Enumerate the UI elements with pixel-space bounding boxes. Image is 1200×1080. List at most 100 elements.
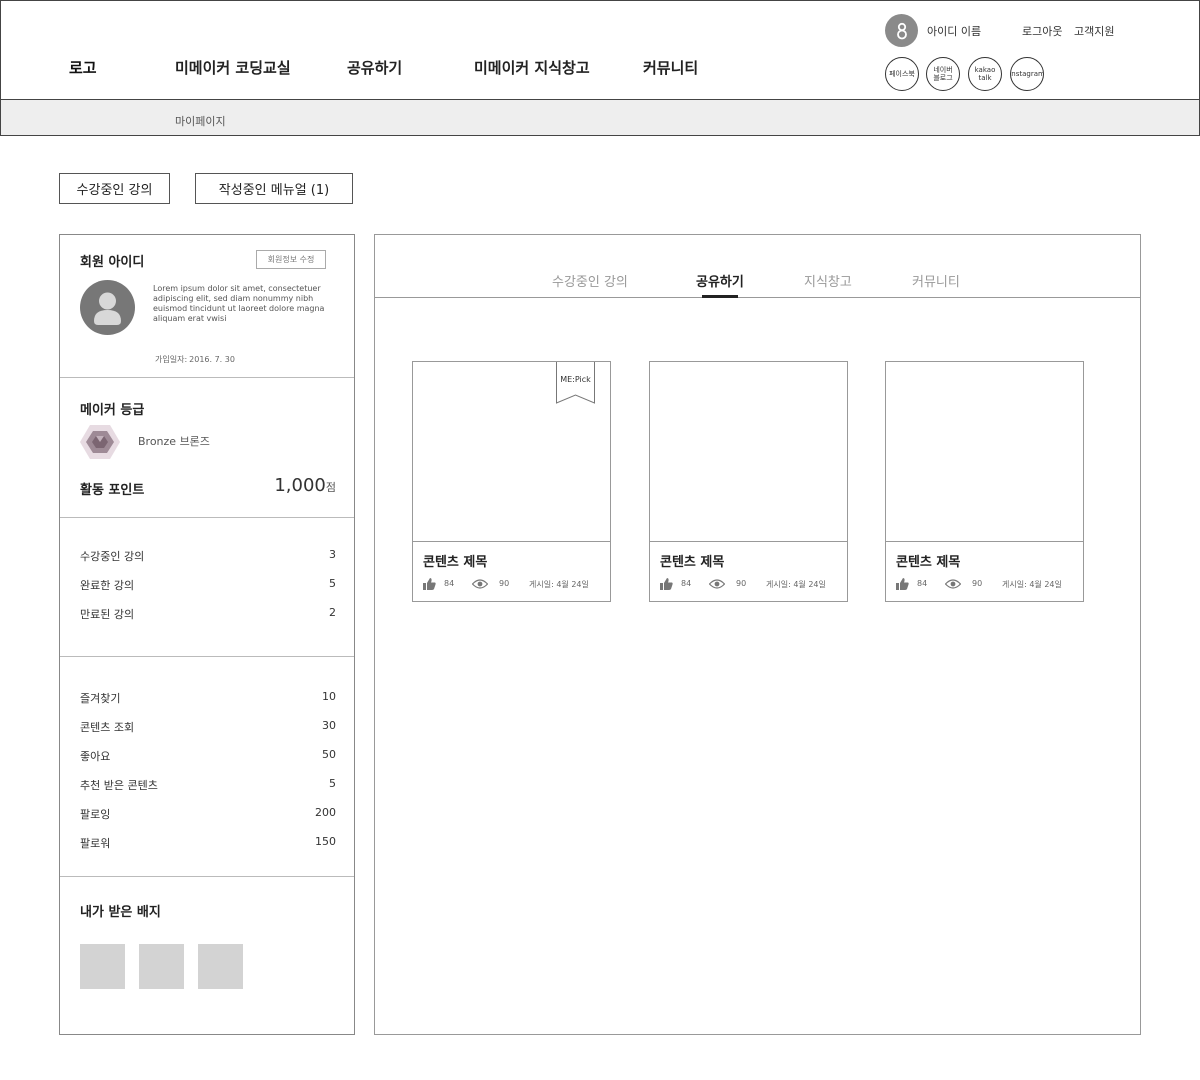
tab-share[interactable]: 공유하기 [696,271,744,290]
card-title[interactable]: 콘텐츠 제목 [660,551,724,570]
eye-icon [945,579,961,589]
card-title[interactable]: 콘텐츠 제목 [896,551,960,570]
profile-panel: 회원 아이디 회원정보 수정 Lorem ipsum dolor sit ame… [59,234,355,1035]
card-meta: 84 90 게시일: 4월 24일 [660,578,840,592]
stat-value: 5 [329,577,336,590]
sns-label: 네이버 블로그 [933,66,953,82]
nav-community[interactable]: 커뮤니티 [643,57,698,78]
stat-row[interactable]: 완료한 강의 5 [80,577,336,593]
stat-row[interactable]: 수강중인 강의 3 [80,548,336,564]
content-panel: 수강중인 강의 공유하기 지식창고 커뮤니티 ME:Pick 콘텐츠 제목 84… [374,234,1141,1035]
like-count: 84 [444,579,455,588]
badge-placeholder[interactable] [198,944,243,989]
stat-label: 콘텐츠 조회 [80,721,135,734]
eye-icon [472,579,488,589]
stat-row[interactable]: 만료된 강의 2 [80,606,336,622]
card-thumbnail[interactable] [650,362,847,542]
points-value: 1,000점 [274,475,336,496]
stat-value: 2 [329,606,336,619]
grade-title: 메이커 등급 [80,403,145,418]
bronze-hexagon-icon [80,425,120,459]
post-date-label: 게시일: [766,580,791,589]
points-number: 1,000 [274,475,326,496]
tab-bar: 수강중인 강의 공유하기 지식창고 커뮤니티 [375,235,1140,298]
view-count: 90 [499,579,510,588]
nav-knowledge[interactable]: 미메이커 지식창고 [474,57,590,78]
profile-avatar-icon [80,280,135,335]
support-link[interactable]: 고객지원 [1074,23,1114,39]
join-date: 가입일자: 2016. 7. 30 [153,354,235,365]
instagram-icon[interactable]: Instagram [1010,57,1044,91]
sub-navigation-bar: 마이페이지 [0,99,1200,136]
content-card[interactable]: 콘텐츠 제목 84 90 게시일: 4월 24일 [649,361,848,602]
card-thumbnail[interactable] [886,362,1083,542]
stat-value: 5 [329,777,336,790]
card-meta: 84 90 게시일: 4월 24일 [423,578,603,592]
naver-blog-icon[interactable]: 네이버 블로그 [926,57,960,91]
stat-value: 150 [315,835,336,848]
points-label: 활동 포인트 [80,483,145,498]
stat-row[interactable]: 즐겨찾기 10 [80,690,336,706]
me-pick-label: ME:Pick [560,375,591,384]
view-count: 90 [972,579,983,588]
points-unit: 점 [325,481,336,494]
edit-profile-button[interactable]: 회원정보 수정 [256,250,326,269]
nav-coding-class[interactable]: 미메이커 코딩교실 [175,57,291,78]
content-card[interactable]: 콘텐츠 제목 84 90 게시일: 4월 24일 [885,361,1084,602]
tab-enrolled-courses[interactable]: 수강중인 강의 [552,271,628,290]
stat-label: 수강중인 강의 [80,550,145,563]
user-name: 아이디 이름 [927,25,982,38]
post-date-value: 4월 24일 [793,580,826,589]
stat-row[interactable]: 팔로워 150 [80,835,336,851]
stat-row[interactable]: 팔로잉 200 [80,806,336,822]
tab-knowledge[interactable]: 지식창고 [804,271,852,290]
like-count: 84 [917,579,928,588]
stat-row[interactable]: 콘텐츠 조회 30 [80,719,336,735]
stat-label: 추천 받은 콘텐츠 [80,779,158,792]
stat-label: 완료한 강의 [80,579,135,592]
draft-manual-button[interactable]: 작성중인 메뉴얼 (1) [195,173,353,204]
user-avatar-icon[interactable] [885,14,918,47]
post-date: 게시일: 4월 24일 [766,579,826,590]
view-count: 90 [736,579,747,588]
kakaotalk-icon[interactable]: kakao talk [968,57,1002,91]
logo[interactable]: 로고 [69,57,97,78]
thumbs-up-icon[interactable] [423,578,436,590]
subnav-mypage[interactable]: 마이페이지 [175,113,226,129]
stat-label: 즐겨찾기 [80,692,121,705]
thumbs-up-icon[interactable] [660,578,673,590]
stat-value: 200 [315,806,336,819]
content-card[interactable]: ME:Pick 콘텐츠 제목 84 90 게시일: 4월 24일 [412,361,611,602]
join-date-label: 가입일자: [155,355,188,364]
stat-value: 3 [329,548,336,561]
badge-placeholder[interactable] [80,944,125,989]
post-date-value: 4월 24일 [1029,580,1062,589]
tab-community[interactable]: 커뮤니티 [912,271,960,290]
post-date: 게시일: 4월 24일 [1002,579,1062,590]
facebook-icon[interactable]: 페이스북 [885,57,919,91]
card-title[interactable]: 콘텐츠 제목 [423,551,487,570]
enrolled-courses-button[interactable]: 수강중인 강의 [59,173,170,204]
stat-label: 팔로워 [80,837,111,850]
thumbs-up-icon[interactable] [896,578,909,590]
post-date-label: 게시일: [1002,580,1027,589]
member-id: 회원 아이디 [80,255,145,270]
card-meta: 84 90 게시일: 4월 24일 [896,578,1076,592]
active-tab-indicator [702,295,738,298]
stat-value: 30 [322,719,336,732]
badge-placeholder[interactable] [139,944,184,989]
sns-label: 페이스북 [889,70,915,78]
nav-share[interactable]: 공유하기 [347,57,402,78]
site-header: 로고 미메이커 코딩교실 공유하기 미메이커 지식창고 커뮤니티 아이디 이름 … [0,0,1200,100]
profile-description: Lorem ipsum dolor sit amet, consectetuer… [153,284,325,323]
stat-value: 50 [322,748,336,761]
grade-name: Bronze 브론즈 [138,435,210,448]
logout-link[interactable]: 로그아웃 [1022,23,1062,39]
stat-label: 좋아요 [80,750,111,763]
stat-row[interactable]: 추천 받은 콘텐츠 5 [80,777,336,793]
sns-label: kakao talk [974,66,996,82]
stat-row[interactable]: 좋아요 50 [80,748,336,764]
badges-title: 내가 받은 배지 [80,905,161,920]
like-count: 84 [681,579,692,588]
join-date-value: 2016. 7. 30 [189,355,235,364]
